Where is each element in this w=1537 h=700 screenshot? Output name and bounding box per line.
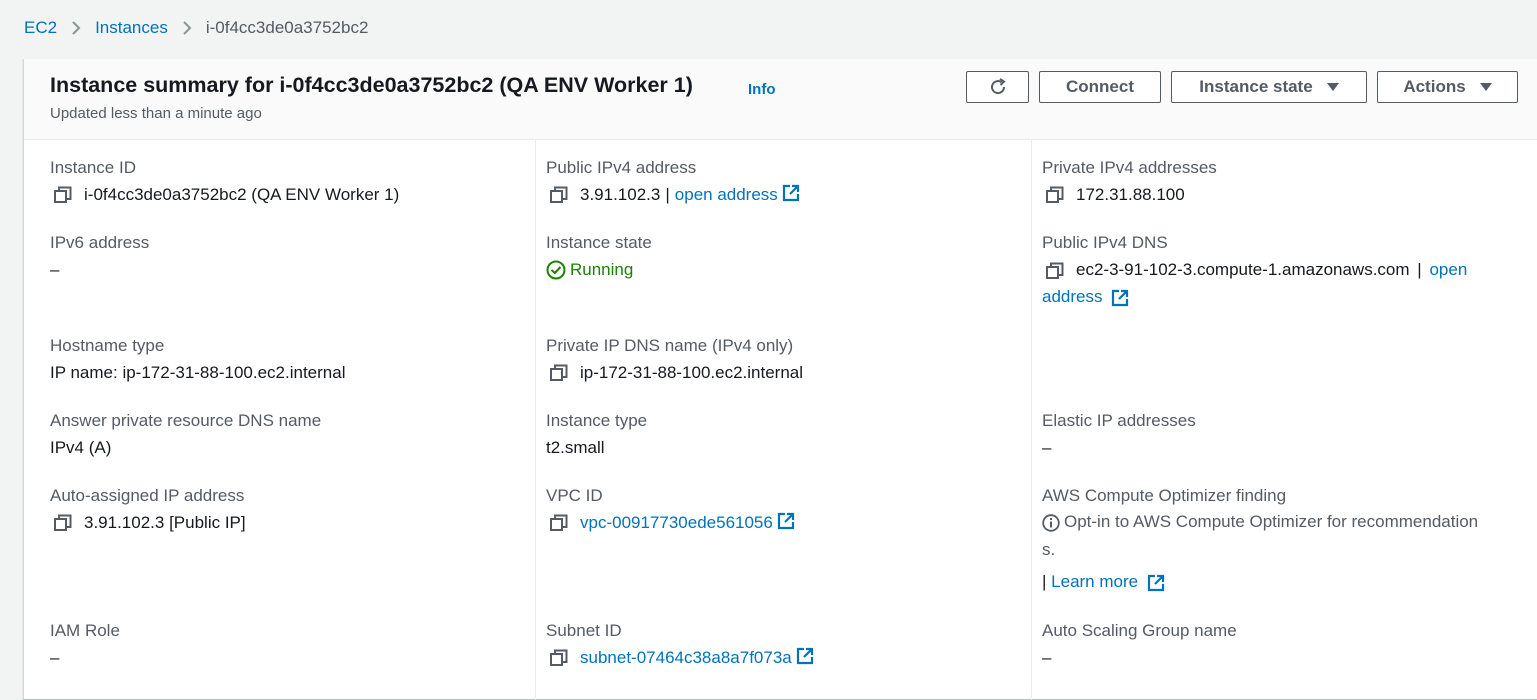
copy-icon[interactable] bbox=[550, 512, 570, 534]
page-title: Instance summary for i-0f4cc3de0a3752bc2… bbox=[50, 73, 693, 97]
field-value: ec2-3-91-102-3.compute-1.amazonaws.com bbox=[1076, 260, 1410, 279]
breadcrumb-ec2[interactable]: EC2 bbox=[24, 18, 57, 38]
column-divider bbox=[1031, 140, 1032, 700]
refresh-icon bbox=[988, 77, 1008, 97]
field-value: t2.small bbox=[546, 438, 605, 457]
open-address-link[interactable]: open bbox=[1429, 260, 1467, 279]
field-label: Elastic IP addresses bbox=[1042, 411, 1196, 430]
copy-icon[interactable] bbox=[54, 512, 74, 534]
field-label: Subnet ID bbox=[546, 621, 622, 640]
field-subnet-id: Subnet ID subnet-07464c38a8a7f073a bbox=[546, 621, 814, 669]
field-label: Instance type bbox=[546, 411, 648, 430]
field-value: i-0f4cc3de0a3752bc2 (QA ENV Worker 1) bbox=[84, 185, 400, 204]
field-value: 3.91.102.3 bbox=[580, 185, 661, 204]
copy-icon[interactable] bbox=[550, 362, 570, 384]
panel-header: Instance summary for i-0f4cc3de0a3752bc2… bbox=[24, 59, 1537, 140]
field-private-ipv4: Private IPv4 addresses 172.31.88.100 bbox=[1042, 158, 1217, 206]
field-value: – bbox=[50, 648, 60, 667]
field-vpc-id: VPC ID vpc-00917730ede561056 bbox=[546, 486, 795, 534]
field-label: Answer private resource DNS name bbox=[50, 411, 322, 430]
actions-label: Actions bbox=[1403, 77, 1466, 96]
external-link-icon[interactable] bbox=[796, 647, 814, 665]
learn-more-link[interactable]: Learn more bbox=[1051, 572, 1138, 591]
field-elastic-ip: Elastic IP addresses – bbox=[1042, 411, 1196, 459]
field-label: Auto Scaling Group name bbox=[1042, 621, 1237, 640]
field-value: – bbox=[50, 260, 60, 279]
field-public-ipv4: Public IPv4 address 3.91.102.3 | open ad… bbox=[546, 158, 800, 206]
status-running: Running bbox=[570, 260, 634, 279]
separator: | bbox=[665, 185, 670, 204]
field-instance-id: Instance ID i-0f4cc3de0a3752bc2 (QA ENV … bbox=[50, 158, 399, 206]
field-private-dns: Private IP DNS name (IPv4 only) ip-172-3… bbox=[546, 336, 803, 384]
updated-subtitle: Updated less than a minute ago bbox=[50, 105, 262, 122]
field-label: Instance ID bbox=[50, 158, 136, 177]
field-asg-name: Auto Scaling Group name – bbox=[1042, 621, 1237, 669]
copy-icon[interactable] bbox=[1046, 260, 1066, 282]
field-value: – bbox=[1042, 438, 1052, 457]
field-value: 3.91.102.3 [Public IP] bbox=[84, 513, 246, 532]
field-iam-role: IAM Role – bbox=[50, 621, 120, 669]
field-value: ip-172-31-88-100.ec2.internal bbox=[580, 363, 804, 382]
breadcrumb-current: i-0f4cc3de0a3752bc2 bbox=[205, 18, 369, 37]
column-divider bbox=[535, 140, 536, 700]
chevron-right-icon bbox=[182, 20, 192, 36]
copy-icon[interactable] bbox=[54, 184, 74, 206]
caret-down-icon bbox=[1479, 83, 1492, 91]
field-label: Public IPv4 DNS bbox=[1042, 233, 1168, 252]
field-label: IAM Role bbox=[50, 621, 120, 640]
field-label: Private IPv4 addresses bbox=[1042, 158, 1217, 177]
external-link-icon[interactable] bbox=[777, 512, 795, 530]
instance-state-button[interactable]: Instance state bbox=[1171, 71, 1367, 103]
external-link-icon[interactable] bbox=[1147, 574, 1165, 592]
open-address-link-cont[interactable]: address bbox=[1042, 287, 1102, 306]
field-answer-dns: Answer private resource DNS name IPv4 (A… bbox=[50, 411, 321, 459]
actions-button[interactable]: Actions bbox=[1377, 71, 1518, 103]
separator: | bbox=[1042, 572, 1047, 591]
field-optimizer: AWS Compute Optimizer finding Opt-in to … bbox=[1042, 486, 1527, 596]
chevron-right-icon bbox=[71, 20, 81, 36]
open-address-link[interactable]: open address bbox=[675, 184, 778, 206]
field-label: Public IPv4 address bbox=[546, 158, 697, 177]
check-circle-icon bbox=[546, 260, 566, 280]
field-instance-type: Instance type t2.small bbox=[546, 411, 647, 459]
separator: | bbox=[1417, 260, 1422, 279]
field-label: Private IP DNS name (IPv4 only) bbox=[546, 336, 794, 355]
field-label: Auto-assigned IP address bbox=[50, 486, 245, 505]
subnet-id-link[interactable]: subnet-07464c38a8a7f073a bbox=[580, 647, 792, 669]
field-value: – bbox=[1042, 648, 1052, 667]
info-link[interactable]: Info bbox=[748, 81, 776, 98]
field-value: 172.31.88.100 bbox=[1076, 185, 1185, 204]
info-circle-icon bbox=[1042, 513, 1060, 532]
field-value: IPv4 (A) bbox=[50, 438, 112, 457]
field-instance-state: Instance state Running bbox=[546, 233, 652, 281]
connect-button[interactable]: Connect bbox=[1039, 71, 1161, 103]
field-label: Hostname type bbox=[50, 336, 165, 355]
field-auto-ip: Auto-assigned IP address 3.91.102.3 [Pub… bbox=[50, 486, 246, 534]
caret-down-icon bbox=[1326, 83, 1339, 91]
external-link-icon[interactable] bbox=[1111, 289, 1129, 307]
copy-icon[interactable] bbox=[1046, 184, 1066, 206]
instance-state-label: Instance state bbox=[1199, 77, 1313, 96]
field-label: VPC ID bbox=[546, 486, 603, 505]
field-label: IPv6 address bbox=[50, 233, 150, 252]
field-public-dns: Public IPv4 DNS ec2-3-91-102-3.compute-1… bbox=[1042, 233, 1512, 310]
refresh-button[interactable] bbox=[966, 71, 1029, 103]
field-value: IP name: ip-172-31-88-100.ec2.internal bbox=[50, 363, 346, 382]
external-link-icon[interactable] bbox=[782, 184, 800, 202]
vpc-id-link[interactable]: vpc-00917730ede561056 bbox=[580, 512, 773, 534]
copy-icon[interactable] bbox=[550, 647, 570, 669]
instance-summary-panel: Instance summary for i-0f4cc3de0a3752bc2… bbox=[23, 59, 1537, 700]
copy-icon[interactable] bbox=[550, 184, 570, 206]
field-label: Instance state bbox=[546, 233, 652, 252]
breadcrumb-instances[interactable]: Instances bbox=[95, 18, 168, 38]
field-ipv6: IPv6 address – bbox=[50, 233, 149, 281]
breadcrumb: EC2 Instances i-0f4cc3de0a3752bc2 bbox=[24, 14, 368, 42]
optimizer-text: Opt-in to AWS Compute Optimizer for reco… bbox=[1064, 512, 1479, 531]
optimizer-text-cont: s. bbox=[1042, 540, 1056, 559]
field-hostname-type: Hostname type IP name: ip-172-31-88-100.… bbox=[50, 336, 345, 384]
field-label: AWS Compute Optimizer finding bbox=[1042, 486, 1287, 505]
